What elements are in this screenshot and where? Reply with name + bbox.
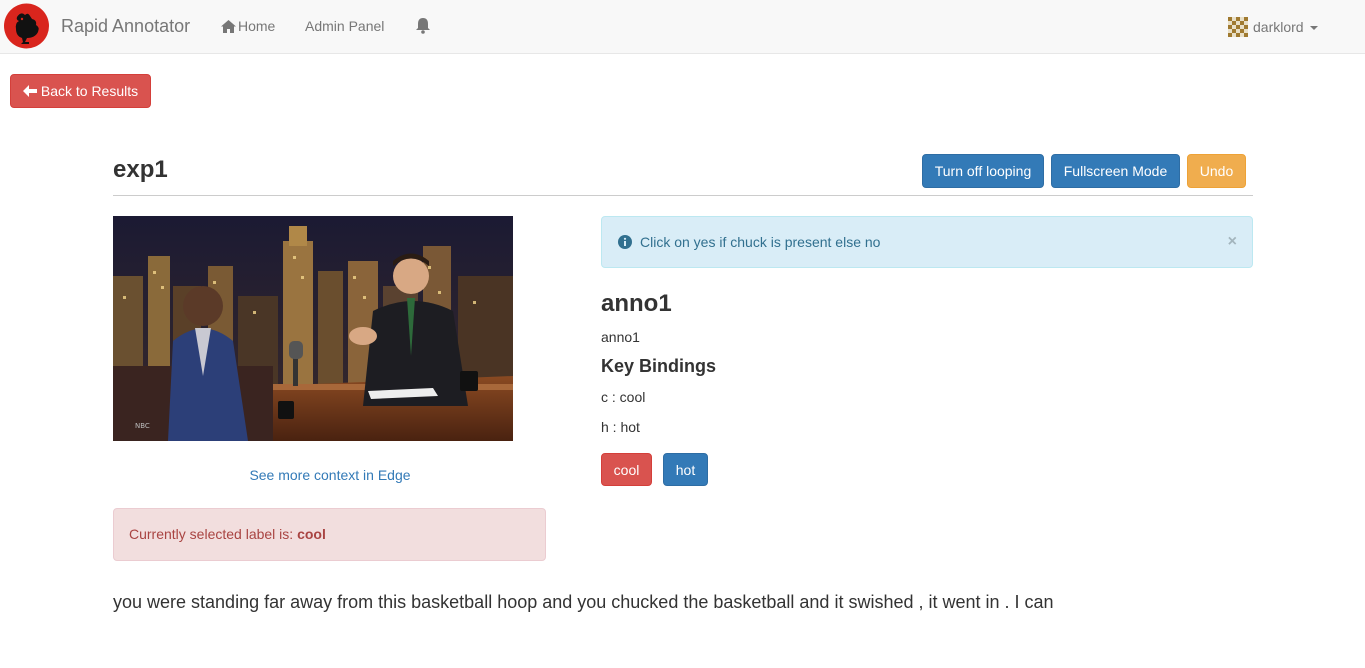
nav-home-link[interactable]: Home [221,18,275,34]
transcript-text: you were standing far away from this bas… [113,592,1054,612]
video-player[interactable]: NBC [113,216,513,441]
context-link[interactable]: See more context in Edge [113,467,547,483]
username: darklord [1253,19,1304,35]
annotation-title: anno1 [601,290,672,317]
navbar: Rapid Annotator Home Admin Panel darklor… [0,0,1365,54]
user-menu[interactable]: darklord [1228,17,1318,37]
experiment-title: exp1 [113,156,168,183]
title-divider [113,195,1253,196]
video-frame: NBC [113,216,513,441]
selected-label-value: cool [297,526,326,542]
key-bindings-title: Key Bindings [601,356,717,376]
label-cool-button[interactable]: cool [601,453,652,486]
annotation-subtitle: anno1 [601,329,640,345]
toggle-looping-button[interactable]: Turn off looping [922,154,1044,188]
caret-down-icon [1309,26,1318,30]
back-to-results-label: Back to Results [40,83,139,99]
fullscreen-button[interactable]: Fullscreen Mode [1051,154,1180,188]
nav-admin-link[interactable]: Admin Panel [305,18,384,34]
arrow-left-icon [22,85,37,97]
nav-home-label: Home [238,18,276,34]
key-binding-item: c : cool [601,389,646,405]
undo-button[interactable]: Undo [1187,154,1246,188]
rooster-logo-icon[interactable] [3,3,50,49]
close-icon[interactable]: × [1228,233,1237,251]
label-hot-button[interactable]: hot [663,453,708,486]
instruction-text: Click on yes if chuck is present else no [640,234,881,250]
brand-name[interactable]: Rapid Annotator [61,16,190,37]
instruction-alert: Click on yes if chuck is present else no… [601,216,1253,268]
key-binding-item: h : hot [601,419,640,435]
svg-text:NBC: NBC [135,422,150,430]
info-circle-icon [618,235,632,249]
selected-label-alert: Currently selected label is: cool [113,508,546,561]
bell-icon[interactable] [415,17,431,34]
back-to-results-button[interactable]: Back to Results [10,74,151,108]
selected-label-prefix: Currently selected label is: [129,526,298,542]
avatar-icon [1228,17,1248,37]
home-icon [221,19,236,33]
